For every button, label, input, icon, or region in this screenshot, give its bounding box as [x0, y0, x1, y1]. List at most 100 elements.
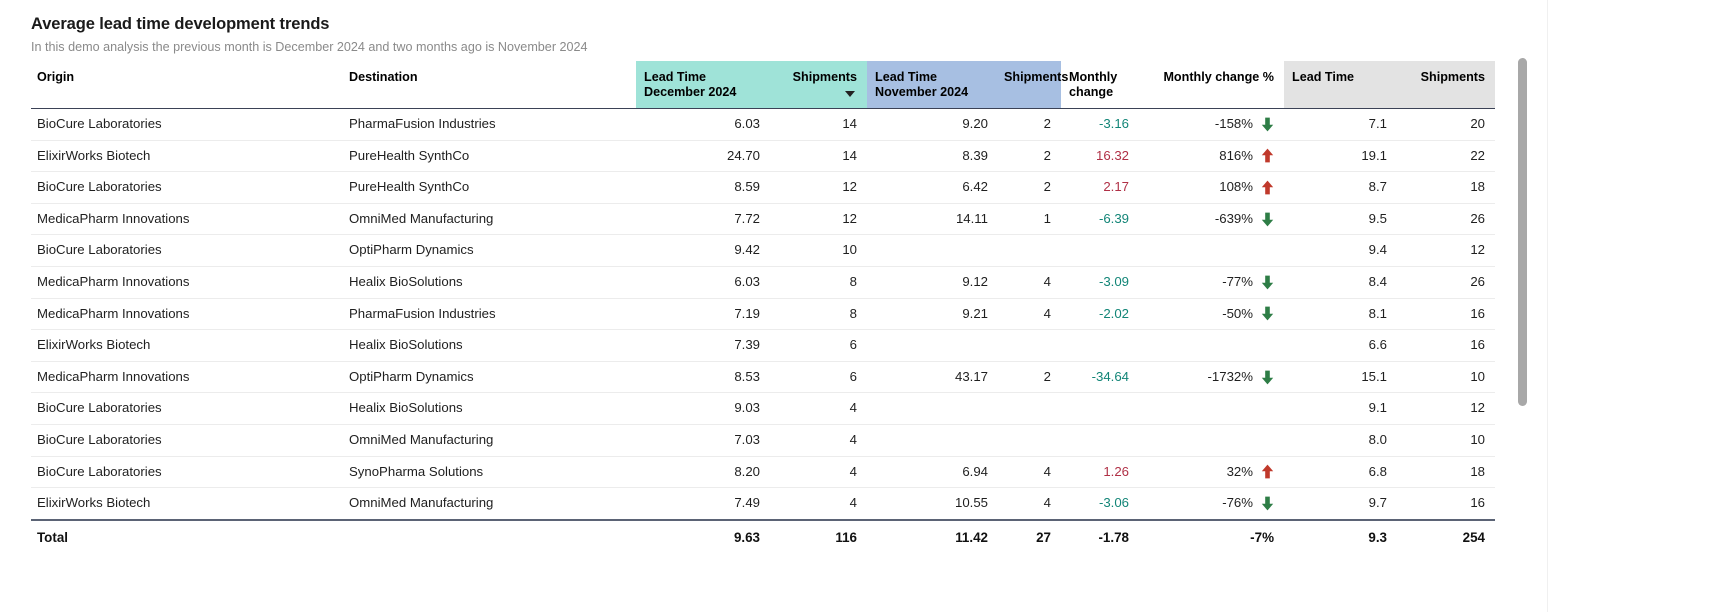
column-header-lead-time-december-line1: Lead Time — [644, 70, 707, 84]
table-row[interactable]: MedicaPharm Innovations OmniMed Manufactu… — [31, 203, 1495, 235]
table-row[interactable]: BioCure Laboratories Healix BioSolutions 9… — [31, 393, 1495, 425]
column-header-shipments-november[interactable]: Shipments — [996, 61, 1068, 109]
monthly-change-pct-wrap — [1145, 235, 1274, 266]
cell-shipments-december: 12 — [842, 210, 857, 226]
cell-shipments-december: 14 — [842, 116, 857, 131]
column-header-lead-time-december-line2: December 2024 — [644, 85, 737, 99]
monthly-change-pct-wrap: -639% — [1145, 204, 1274, 235]
column-header-monthly-change-pct[interactable]: Monthly change % — [1137, 61, 1284, 109]
cell-lead-time-total: 9.5 — [1368, 210, 1387, 226]
column-header-lead-time-november[interactable]: Lead Time November 2024 — [867, 61, 996, 109]
cell-lead-time-total: 6.6 — [1368, 337, 1387, 353]
total-destination — [343, 520, 636, 554]
cell-shipments-november — [996, 330, 1061, 362]
total-lead-time-december: 9.63 — [733, 529, 760, 545]
cell-destination: OptiPharm Dynamics — [349, 368, 474, 384]
cell-monthly-change: 1.26 — [1103, 463, 1129, 479]
monthly-change-pct-wrap: -77% — [1145, 267, 1274, 298]
table-report-page: Average lead time development trends In … — [0, 0, 1712, 612]
cell-shipments-november: 4 — [1043, 495, 1051, 511]
cell-monthly-change — [1061, 424, 1137, 456]
cell-monthly-change: -6.39 — [1098, 210, 1129, 226]
table-row[interactable]: ElixirWorks Biotech PureHealth SynthCo 24.… — [31, 140, 1495, 172]
cell-lead-time-november — [867, 424, 996, 456]
cell-shipments-november: 4 — [1043, 463, 1051, 479]
cell-lead-time-total: 6.8 — [1368, 463, 1387, 479]
cell-lead-time-december: 8.59 — [734, 179, 760, 195]
table-row[interactable]: BioCure Laboratories PureHealth SynthCo 8.… — [31, 172, 1495, 204]
total-row: Total 9.63 116 11.42 27 -1.78 -7% 9.3 25… — [31, 519, 1495, 554]
table-row[interactable]: BioCure Laboratories OptiPharm Dynamics 9.… — [31, 235, 1495, 267]
vertical-scrollbar-thumb[interactable] — [1518, 58, 1527, 406]
cell-lead-time-total: 9.1 — [1368, 400, 1387, 416]
cell-lead-time-november: 9.12 — [962, 273, 988, 289]
cell-destination: PureHealth SynthCo — [349, 147, 470, 163]
cell-monthly-change: -3.09 — [1098, 273, 1129, 289]
table-row[interactable]: BioCure Laboratories SynoPharma Solutions… — [31, 456, 1495, 488]
column-header-lead-time-total[interactable]: Lead Time — [1284, 61, 1395, 109]
table-row[interactable]: MedicaPharm Innovations PharmaFusion Indu… — [31, 298, 1495, 330]
cell-shipments-november: 2 — [1043, 179, 1051, 195]
cell-lead-time-total: 8.0 — [1368, 431, 1387, 447]
cell-lead-time-november — [867, 330, 996, 362]
cell-lead-time-november — [867, 235, 996, 267]
column-header-monthly-change[interactable]: Monthly change — [1061, 61, 1137, 109]
cell-lead-time-total: 8.4 — [1368, 273, 1387, 289]
monthly-change-pct-wrap: -158% — [1145, 109, 1274, 140]
cell-monthly-change-pct — [1137, 330, 1284, 362]
cell-monthly-change-pct: -1732% — [1137, 361, 1284, 393]
cell-destination: OptiPharm Dynamics — [349, 242, 474, 258]
table-row[interactable]: BioCure Laboratories PharmaFusion Industr… — [31, 109, 1495, 141]
total-label: Total — [37, 529, 68, 545]
table-footer: Total 9.63 116 11.42 27 -1.78 -7% 9.3 25… — [31, 519, 1495, 554]
cell-shipments-december: 4 — [849, 495, 857, 511]
cell-origin: BioCure Laboratories — [37, 242, 162, 258]
cell-monthly-change-pct: -158% — [1137, 109, 1284, 141]
cell-lead-time-december: 9.42 — [734, 242, 760, 258]
cell-shipments-total: 10 — [1470, 431, 1485, 447]
table-row[interactable]: BioCure Laboratories OmniMed Manufacturin… — [31, 424, 1495, 457]
cell-monthly-change-pct: -76% — [1137, 488, 1284, 520]
cell-shipments-total: 12 — [1470, 400, 1485, 416]
cell-monthly-change — [1061, 330, 1137, 362]
table-body: BioCure Laboratories PharmaFusion Industr… — [31, 109, 1495, 520]
cell-lead-time-november: 9.21 — [962, 305, 988, 321]
column-header-shipments-total[interactable]: Shipments — [1395, 61, 1495, 109]
column-header-origin[interactable]: Origin — [31, 61, 343, 109]
monthly-change-pct-wrap: -50% — [1145, 299, 1274, 330]
total-monthly-change: -1.78 — [1098, 529, 1129, 545]
vertical-scrollbar[interactable] — [1518, 58, 1527, 558]
monthly-change-pct-wrap: -76% — [1145, 488, 1274, 519]
cell-monthly-change-pct: 816% — [1137, 140, 1284, 172]
column-header-lead-time-december[interactable]: Lead Time December 2024 — [636, 61, 768, 109]
column-header-destination[interactable]: Destination — [343, 61, 636, 109]
cell-origin: ElixirWorks Biotech — [37, 495, 151, 511]
cell-shipments-december: 10 — [842, 242, 857, 258]
cell-monthly-change-pct: -77% — [1137, 266, 1284, 298]
cell-shipments-november: 2 — [1043, 147, 1051, 163]
table-row[interactable]: MedicaPharm Innovations OptiPharm Dynamic… — [31, 361, 1495, 393]
column-header-lead-time-november-line1: Lead Time — [875, 70, 938, 84]
cell-shipments-total: 20 — [1470, 116, 1485, 131]
cell-origin: BioCure Laboratories — [37, 400, 162, 416]
cell-lead-time-december: 7.49 — [734, 495, 760, 511]
cell-lead-time-november: 9.20 — [962, 116, 988, 131]
cell-lead-time-total: 8.1 — [1368, 305, 1387, 321]
arrow-down-icon — [1261, 212, 1274, 226]
table-row[interactable]: ElixirWorks Biotech Healix BioSolutions 7.… — [31, 330, 1495, 362]
column-header-lead-time-november-line2: November 2024 — [875, 85, 969, 99]
table-row[interactable]: ElixirWorks Biotech OmniMed Manufacturing… — [31, 488, 1495, 520]
monthly-change-pct-wrap: 108% — [1145, 172, 1274, 203]
cell-lead-time-december: 7.19 — [734, 305, 760, 321]
cell-destination: OmniMed Manufacturing — [349, 431, 494, 447]
arrow-down-icon — [1261, 275, 1274, 290]
column-header-shipments-december[interactable]: Shipments — [768, 61, 867, 109]
cell-shipments-december: 8 — [849, 273, 857, 289]
total-shipments-december: 116 — [835, 529, 857, 545]
table-row[interactable]: MedicaPharm Innovations Healix BioSolutio… — [31, 266, 1495, 299]
monthly-change-pct-value: -76% — [1222, 495, 1253, 511]
cell-shipments-total: 16 — [1470, 337, 1485, 353]
cell-shipments-november: 2 — [1043, 368, 1051, 384]
sort-descending-icon[interactable] — [845, 91, 855, 97]
cell-shipments-november — [996, 424, 1061, 456]
